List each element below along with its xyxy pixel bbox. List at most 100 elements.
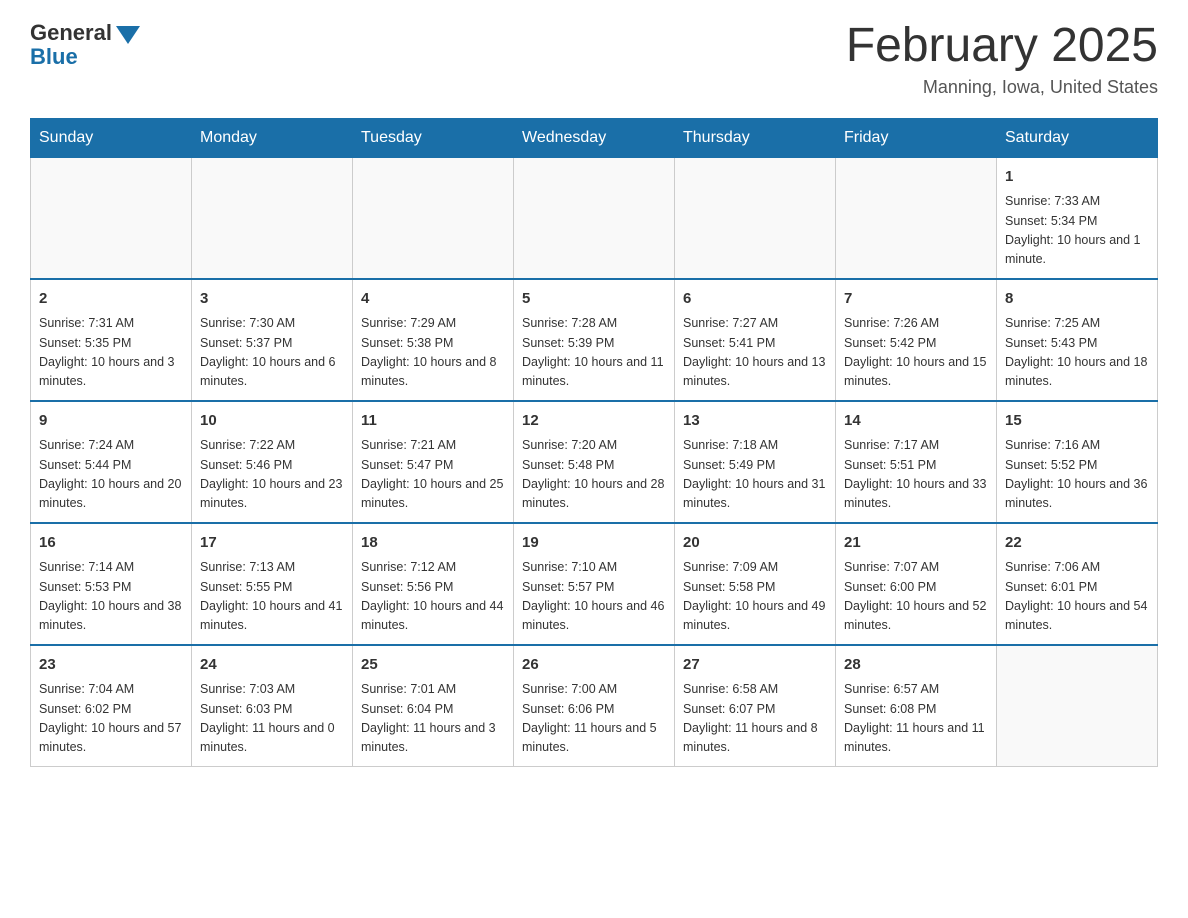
calendar-day-cell: 19Sunrise: 7:10 AM Sunset: 5:57 PM Dayli… bbox=[514, 523, 675, 645]
calendar-day-cell: 3 Sunrise: 7:30 AM Sunset: 5:37 PM Daylig… bbox=[192, 279, 353, 401]
calendar-day-cell bbox=[836, 157, 997, 279]
day-info: Sunrise: 7:13 AM Sunset: 5:55 PM Dayligh… bbox=[200, 558, 344, 636]
calendar-day-cell bbox=[192, 157, 353, 279]
calendar-header: SundayMondayTuesdayWednesdayThursdayFrid… bbox=[31, 118, 1158, 157]
logo-blue-text: Blue bbox=[30, 44, 78, 70]
days-of-week-row: SundayMondayTuesdayWednesdayThursdayFrid… bbox=[31, 118, 1158, 157]
day-info: Sunrise: 7:22 AM Sunset: 5:46 PM Dayligh… bbox=[200, 436, 344, 514]
calendar-day-cell bbox=[997, 645, 1158, 767]
day-number: 9 bbox=[39, 410, 183, 433]
day-info: Sunrise: 6:58 AM Sunset: 6:07 PM Dayligh… bbox=[683, 680, 827, 758]
day-info: Sunrise: 7:21 AM Sunset: 5:47 PM Dayligh… bbox=[361, 436, 505, 514]
calendar-day-cell: 14 Sunrise: 7:17 AM Sunset: 5:51 PM Dayli… bbox=[836, 401, 997, 523]
day-number: 4 bbox=[361, 288, 505, 311]
day-number: 22 bbox=[1005, 532, 1149, 555]
day-info: Sunrise: 7:14 AM Sunset: 5:53 PM Dayligh… bbox=[39, 558, 183, 636]
calendar-day-cell: 23 Sunrise: 7:04 AM Sunset: 6:02 PM Dayli… bbox=[31, 645, 192, 767]
day-number: 14 bbox=[844, 410, 988, 433]
day-of-week-header: Thursday bbox=[675, 118, 836, 157]
day-number: 7 bbox=[844, 288, 988, 311]
calendar-day-cell: 24 Sunrise: 7:03 AM Sunset: 6:03 PM Dayli… bbox=[192, 645, 353, 767]
day-info: Sunrise: 7:06 AM Sunset: 6:01 PM Dayligh… bbox=[1005, 558, 1149, 636]
calendar-week-row: 23 Sunrise: 7:04 AM Sunset: 6:02 PM Dayli… bbox=[31, 645, 1158, 767]
day-info: Sunrise: 7:31 AM Sunset: 5:35 PM Dayligh… bbox=[39, 314, 183, 392]
calendar-day-cell: 7 Sunrise: 7:26 AM Sunset: 5:42 PM Daylig… bbox=[836, 279, 997, 401]
calendar-day-cell: 5 Sunrise: 7:28 AM Sunset: 5:39 PM Daylig… bbox=[514, 279, 675, 401]
location-text: Manning, Iowa, United States bbox=[846, 77, 1158, 98]
day-number: 23 bbox=[39, 654, 183, 677]
logo-arrow-icon bbox=[116, 26, 140, 44]
day-of-week-header: Sunday bbox=[31, 118, 192, 157]
calendar-day-cell: 6 Sunrise: 7:27 AM Sunset: 5:41 PM Daylig… bbox=[675, 279, 836, 401]
calendar-day-cell: 16Sunrise: 7:14 AM Sunset: 5:53 PM Dayli… bbox=[31, 523, 192, 645]
day-number: 2 bbox=[39, 288, 183, 311]
day-info: Sunrise: 7:01 AM Sunset: 6:04 PM Dayligh… bbox=[361, 680, 505, 758]
day-number: 17 bbox=[200, 532, 344, 555]
day-number: 1 bbox=[1005, 166, 1149, 189]
calendar-day-cell bbox=[353, 157, 514, 279]
day-info: Sunrise: 7:04 AM Sunset: 6:02 PM Dayligh… bbox=[39, 680, 183, 758]
day-info: Sunrise: 7:26 AM Sunset: 5:42 PM Dayligh… bbox=[844, 314, 988, 392]
day-info: Sunrise: 7:20 AM Sunset: 5:48 PM Dayligh… bbox=[522, 436, 666, 514]
calendar-day-cell: 11 Sunrise: 7:21 AM Sunset: 5:47 PM Dayli… bbox=[353, 401, 514, 523]
calendar-table: SundayMondayTuesdayWednesdayThursdayFrid… bbox=[30, 118, 1158, 767]
day-info: Sunrise: 7:30 AM Sunset: 5:37 PM Dayligh… bbox=[200, 314, 344, 392]
day-info: Sunrise: 7:07 AM Sunset: 6:00 PM Dayligh… bbox=[844, 558, 988, 636]
day-info: Sunrise: 7:29 AM Sunset: 5:38 PM Dayligh… bbox=[361, 314, 505, 392]
day-number: 3 bbox=[200, 288, 344, 311]
day-of-week-header: Saturday bbox=[997, 118, 1158, 157]
calendar-week-row: 2 Sunrise: 7:31 AM Sunset: 5:35 PM Daylig… bbox=[31, 279, 1158, 401]
day-info: Sunrise: 7:00 AM Sunset: 6:06 PM Dayligh… bbox=[522, 680, 666, 758]
day-of-week-header: Friday bbox=[836, 118, 997, 157]
day-info: Sunrise: 7:24 AM Sunset: 5:44 PM Dayligh… bbox=[39, 436, 183, 514]
day-info: Sunrise: 7:18 AM Sunset: 5:49 PM Dayligh… bbox=[683, 436, 827, 514]
day-info: Sunrise: 7:27 AM Sunset: 5:41 PM Dayligh… bbox=[683, 314, 827, 392]
day-of-week-header: Tuesday bbox=[353, 118, 514, 157]
calendar-day-cell: 26 Sunrise: 7:00 AM Sunset: 6:06 PM Dayli… bbox=[514, 645, 675, 767]
day-number: 5 bbox=[522, 288, 666, 311]
day-number: 11 bbox=[361, 410, 505, 433]
calendar-day-cell: 22 Sunrise: 7:06 AM Sunset: 6:01 PM Dayli… bbox=[997, 523, 1158, 645]
calendar-day-cell: 20Sunrise: 7:09 AM Sunset: 5:58 PM Dayli… bbox=[675, 523, 836, 645]
calendar-day-cell: 17 Sunrise: 7:13 AM Sunset: 5:55 PM Dayli… bbox=[192, 523, 353, 645]
calendar-day-cell: 15Sunrise: 7:16 AM Sunset: 5:52 PM Dayli… bbox=[997, 401, 1158, 523]
logo: General Blue bbox=[30, 20, 140, 70]
calendar-day-cell: 13 Sunrise: 7:18 AM Sunset: 5:49 PM Dayli… bbox=[675, 401, 836, 523]
month-title: February 2025 bbox=[846, 20, 1158, 73]
page-header: General Blue February 2025 Manning, Iowa… bbox=[30, 20, 1158, 98]
day-info: Sunrise: 7:09 AM Sunset: 5:58 PM Dayligh… bbox=[683, 558, 827, 636]
calendar-day-cell: 9 Sunrise: 7:24 AM Sunset: 5:44 PM Daylig… bbox=[31, 401, 192, 523]
day-number: 27 bbox=[683, 654, 827, 677]
calendar-day-cell bbox=[675, 157, 836, 279]
day-number: 6 bbox=[683, 288, 827, 311]
day-info: Sunrise: 7:12 AM Sunset: 5:56 PM Dayligh… bbox=[361, 558, 505, 636]
calendar-day-cell: 1Sunrise: 7:33 AM Sunset: 5:34 PM Daylig… bbox=[997, 157, 1158, 279]
day-number: 18 bbox=[361, 532, 505, 555]
day-info: Sunrise: 7:17 AM Sunset: 5:51 PM Dayligh… bbox=[844, 436, 988, 514]
calendar-day-cell: 10Sunrise: 7:22 AM Sunset: 5:46 PM Dayli… bbox=[192, 401, 353, 523]
day-number: 25 bbox=[361, 654, 505, 677]
calendar-day-cell: 25 Sunrise: 7:01 AM Sunset: 6:04 PM Dayli… bbox=[353, 645, 514, 767]
day-info: Sunrise: 7:25 AM Sunset: 5:43 PM Dayligh… bbox=[1005, 314, 1149, 392]
day-number: 21 bbox=[844, 532, 988, 555]
day-of-week-header: Monday bbox=[192, 118, 353, 157]
calendar-day-cell: 21 Sunrise: 7:07 AM Sunset: 6:00 PM Dayli… bbox=[836, 523, 997, 645]
day-number: 24 bbox=[200, 654, 344, 677]
day-info: Sunrise: 7:28 AM Sunset: 5:39 PM Dayligh… bbox=[522, 314, 666, 392]
day-of-week-header: Wednesday bbox=[514, 118, 675, 157]
day-number: 26 bbox=[522, 654, 666, 677]
calendar-day-cell: 4 Sunrise: 7:29 AM Sunset: 5:38 PM Daylig… bbox=[353, 279, 514, 401]
calendar-day-cell: 2 Sunrise: 7:31 AM Sunset: 5:35 PM Daylig… bbox=[31, 279, 192, 401]
title-section: February 2025 Manning, Iowa, United Stat… bbox=[846, 20, 1158, 98]
day-info: Sunrise: 6:57 AM Sunset: 6:08 PM Dayligh… bbox=[844, 680, 988, 758]
day-number: 13 bbox=[683, 410, 827, 433]
calendar-week-row: 16Sunrise: 7:14 AM Sunset: 5:53 PM Dayli… bbox=[31, 523, 1158, 645]
calendar-day-cell: 8Sunrise: 7:25 AM Sunset: 5:43 PM Daylig… bbox=[997, 279, 1158, 401]
calendar-day-cell bbox=[31, 157, 192, 279]
day-number: 28 bbox=[844, 654, 988, 677]
calendar-day-cell: 18 Sunrise: 7:12 AM Sunset: 5:56 PM Dayli… bbox=[353, 523, 514, 645]
calendar-body: 1Sunrise: 7:33 AM Sunset: 5:34 PM Daylig… bbox=[31, 157, 1158, 766]
calendar-day-cell: 28 Sunrise: 6:57 AM Sunset: 6:08 PM Dayli… bbox=[836, 645, 997, 767]
day-info: Sunrise: 7:03 AM Sunset: 6:03 PM Dayligh… bbox=[200, 680, 344, 758]
calendar-day-cell: 27 Sunrise: 6:58 AM Sunset: 6:07 PM Dayli… bbox=[675, 645, 836, 767]
